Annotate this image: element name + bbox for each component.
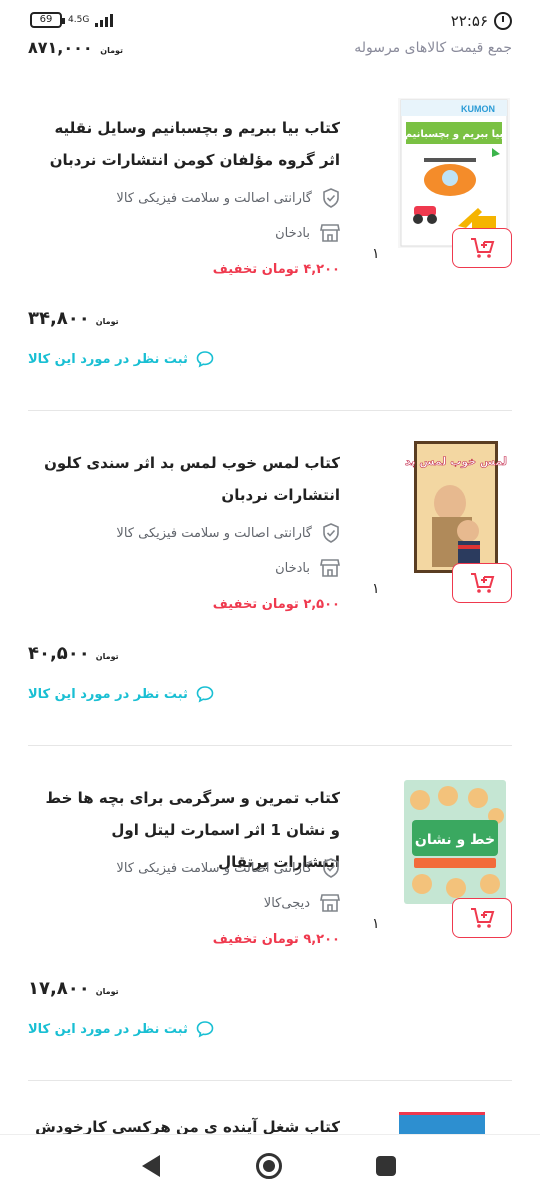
comment-icon: [196, 1021, 214, 1038]
shipment-total-price: ۸۷۱,۰۰۰ تومان: [28, 38, 123, 57]
cart-plus-icon: [471, 238, 495, 258]
product-card: خط و نشان ۱ کتاب تمرین و سرگرمی برای بچه…: [0, 768, 540, 1104]
card-divider: [28, 1080, 512, 1081]
currency-label: تومان: [95, 652, 119, 661]
seller-row: دیجی‌کالا: [264, 894, 340, 912]
currency-label: تومان: [95, 317, 119, 326]
price-value: ۴۰,۵۰۰: [28, 643, 90, 664]
shipment-total-value: ۸۷۱,۰۰۰: [28, 38, 93, 57]
guarantee-text: گارانتی اصالت و سلامت فیزیکی کالا: [116, 525, 312, 541]
shipment-total-row: جمع قیمت کالاهای مرسوله ۸۷۱,۰۰۰ تومان: [0, 36, 540, 62]
product-image: لمس خوب لمس بد: [398, 433, 510, 583]
alarm-icon: [494, 12, 512, 30]
battery-icon: 69: [30, 12, 65, 28]
seller-name: بادخان: [275, 560, 310, 576]
product-image: [399, 1112, 485, 1134]
write-review-label: ثبت نظر در مورد این کالا: [28, 351, 188, 367]
shield-check-icon: [323, 858, 339, 878]
product-image: KUMON بیا ببریم و بچسبانیم: [398, 98, 510, 248]
battery-level: 69: [39, 14, 53, 25]
seller-row: بادخان: [275, 559, 340, 577]
card-divider: [28, 410, 512, 411]
product-title[interactable]: کتاب بیا ببریم و بچسبانیم وسایل نقلیه اث…: [40, 112, 340, 176]
cart-plus-icon: [471, 908, 495, 928]
cart-plus-icon: [471, 573, 495, 593]
recent-apps-icon[interactable]: [376, 1156, 396, 1176]
add-to-cart-button[interactable]: [452, 563, 512, 603]
discount-text: ۹,۲۰۰ تومان تخفیف: [212, 932, 340, 947]
quantity-value: ۱: [372, 916, 380, 932]
guarantee-row: گارانتی اصالت و سلامت فیزیکی کالا: [116, 523, 340, 543]
currency-label: تومان: [95, 987, 119, 996]
store-icon: [320, 894, 340, 912]
seller-name: بادخان: [275, 225, 310, 241]
status-left: 69 4.5G: [30, 12, 114, 28]
seller-row: بادخان: [275, 224, 340, 242]
write-review-link[interactable]: ثبت نظر در مورد این کالا: [28, 685, 214, 703]
product-price: ۳۴,۸۰۰ تومان: [28, 308, 119, 329]
write-review-label: ثبت نظر در مورد این کالا: [28, 1021, 188, 1037]
product-price: ۱۷,۸۰۰ تومان: [28, 978, 119, 999]
discount-text: ۲,۵۰۰ تومان تخفیف: [212, 597, 340, 612]
guarantee-text: گارانتی اصالت و سلامت فیزیکی کالا: [116, 860, 312, 876]
status-right: ۲۲:۵۶: [451, 12, 512, 30]
home-icon[interactable]: [256, 1153, 282, 1179]
currency-label: تومان: [100, 46, 124, 55]
comment-icon: [196, 686, 214, 703]
signal-icon: [95, 13, 114, 27]
write-review-link[interactable]: ثبت نظر در مورد این کالا: [28, 1020, 214, 1038]
store-icon: [320, 559, 340, 577]
product-card: KUMON بیا ببریم و بچسبانیم ۱ کتاب بیا بب…: [0, 98, 540, 434]
guarantee-text: گارانتی اصالت و سلامت فیزیکی کالا: [116, 190, 312, 206]
system-nav-bar: [0, 1134, 540, 1200]
product-price: ۴۰,۵۰۰ تومان: [28, 643, 119, 664]
guarantee-row: گارانتی اصالت و سلامت فیزیکی کالا: [116, 188, 340, 208]
clock-time: ۲۲:۵۶: [450, 12, 488, 30]
write-review-link[interactable]: ثبت نظر در مورد این کالا: [28, 350, 214, 368]
cover-brand: KUMON: [461, 104, 495, 114]
card-divider: [28, 745, 512, 746]
discount-text: ۴,۲۰۰ تومان تخفیف: [212, 262, 340, 277]
price-value: ۱۷,۸۰۰: [28, 978, 90, 999]
comment-icon: [196, 351, 214, 368]
product-card: لمس خوب لمس بد ۱ کتاب لمس خوب لمس بد اثر…: [0, 433, 540, 769]
cover-title: بیا ببریم و بچسبانیم: [405, 129, 504, 140]
add-to-cart-button[interactable]: [452, 898, 512, 938]
guarantee-row: گارانتی اصالت و سلامت فیزیکی کالا: [116, 858, 340, 878]
shield-check-icon: [323, 188, 339, 208]
write-review-label: ثبت نظر در مورد این کالا: [28, 686, 188, 702]
shield-check-icon: [323, 523, 339, 543]
store-icon: [320, 224, 340, 242]
add-to-cart-button[interactable]: [452, 228, 512, 268]
shipment-total-label: جمع قیمت کالاهای مرسوله: [354, 40, 512, 56]
seller-name: دیجی‌کالا: [263, 895, 310, 911]
network-type: 4.5G: [68, 14, 90, 25]
quantity-value: ۱: [372, 581, 380, 597]
price-value: ۳۴,۸۰۰: [28, 308, 90, 329]
cover-title: لمس خوب لمس بد: [405, 455, 507, 468]
product-image: خط و نشان: [398, 768, 510, 918]
quantity-value: ۱: [372, 246, 380, 262]
cover-title: خط و نشان: [415, 832, 495, 848]
product-title[interactable]: کتاب لمس خوب لمس بد اثر سندی کلون انتشار…: [40, 447, 340, 511]
back-icon[interactable]: [142, 1155, 160, 1177]
